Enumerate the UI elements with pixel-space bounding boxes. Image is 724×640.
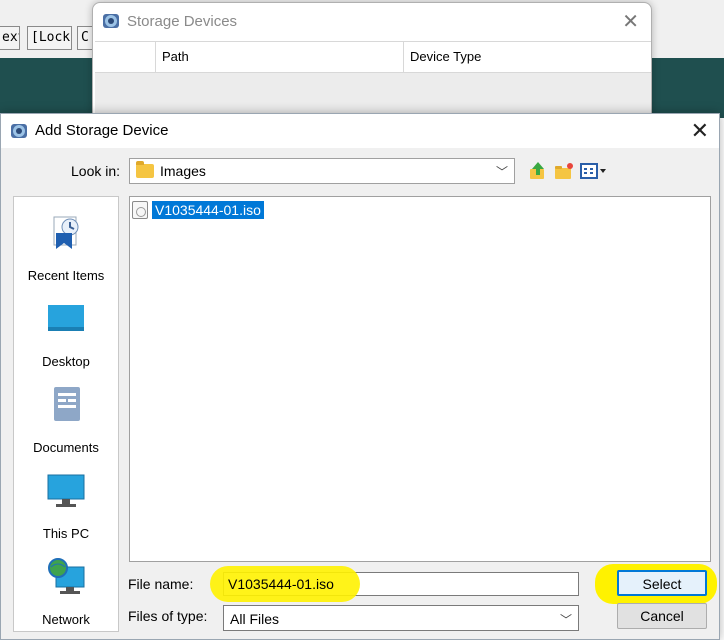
places-bar: Recent Items Desktop Documents This PC N…	[13, 196, 119, 632]
look-in-value: Images	[160, 163, 206, 179]
virtualbox-icon	[103, 14, 119, 28]
folder-icon	[136, 161, 154, 178]
file-name-input[interactable]	[224, 573, 578, 595]
storage-devices-table-header: Path Device Type	[95, 41, 651, 73]
storage-devices-title: Storage Devices	[127, 12, 238, 30]
cancel-button[interactable]: Cancel	[617, 603, 707, 629]
place-desktop[interactable]: Desktop	[14, 293, 118, 373]
file-name-label: File name:	[128, 576, 194, 592]
storage-devices-close-icon[interactable]: ✕	[622, 9, 639, 34]
select-button[interactable]: Select	[617, 570, 707, 596]
list-item[interactable]: V1035444-01.iso	[132, 199, 265, 221]
dialog-close-icon[interactable]: ✕	[691, 118, 709, 144]
place-documents-label: Documents	[33, 440, 99, 455]
virtualbox-icon	[11, 124, 27, 138]
place-recent-items[interactable]: Recent Items	[14, 207, 118, 287]
storage-devices-titlebar: Storage Devices	[93, 3, 651, 39]
add-storage-device-dialog: Add Storage Device ✕ Look in: Images ﹀ R…	[0, 113, 720, 640]
this-pc-icon	[47, 474, 85, 507]
chevron-down-icon: ﹀	[495, 165, 508, 179]
file-name-field[interactable]	[210, 566, 579, 602]
place-desktop-label: Desktop	[42, 354, 90, 369]
place-this-pc[interactable]: This PC	[14, 465, 118, 545]
column-header-device-type[interactable]: Device Type	[403, 42, 651, 72]
column-header-blank[interactable]	[95, 42, 155, 72]
desktop-icon	[48, 305, 84, 331]
place-recent-items-label: Recent Items	[27, 268, 105, 283]
place-network[interactable]: Network	[14, 551, 118, 631]
files-of-type-label: Files of type:	[128, 608, 208, 624]
files-of-type-dropdown[interactable]: All Files ﹀	[223, 605, 579, 631]
screen: ext [Lock] C Storage Devices ✕ Path Devi…	[0, 0, 724, 640]
place-documents[interactable]: Documents	[14, 379, 118, 459]
file-list[interactable]: V1035444-01.iso	[129, 196, 711, 562]
place-network-label: Network	[42, 612, 90, 627]
dialog-titlebar: Add Storage Device ✕	[1, 114, 719, 148]
view-menu-icon[interactable]	[579, 160, 609, 182]
background-c-button[interactable]: C	[77, 26, 93, 50]
disc-image-file-icon	[132, 201, 148, 219]
recent-items-icon	[53, 216, 79, 249]
documents-icon	[54, 387, 80, 421]
look-in-label: Look in:	[71, 163, 121, 179]
up-folder-icon[interactable]	[527, 160, 549, 182]
files-of-type-value: All Files	[230, 611, 280, 627]
column-header-path[interactable]: Path	[155, 42, 403, 72]
file-name-text: V1035444-01.iso	[151, 200, 265, 220]
chevron-down-icon: ﹀	[559, 613, 572, 627]
new-folder-icon[interactable]	[553, 160, 575, 182]
network-icon	[48, 558, 85, 594]
background-next-button[interactable]: ext	[0, 26, 20, 50]
dialog-title: Add Storage Device	[35, 122, 169, 139]
place-this-pc-label: This PC	[42, 526, 90, 541]
background-lock-button[interactable]: [Lock]	[27, 26, 72, 50]
look-in-dropdown[interactable]: Images ﹀	[129, 158, 515, 184]
